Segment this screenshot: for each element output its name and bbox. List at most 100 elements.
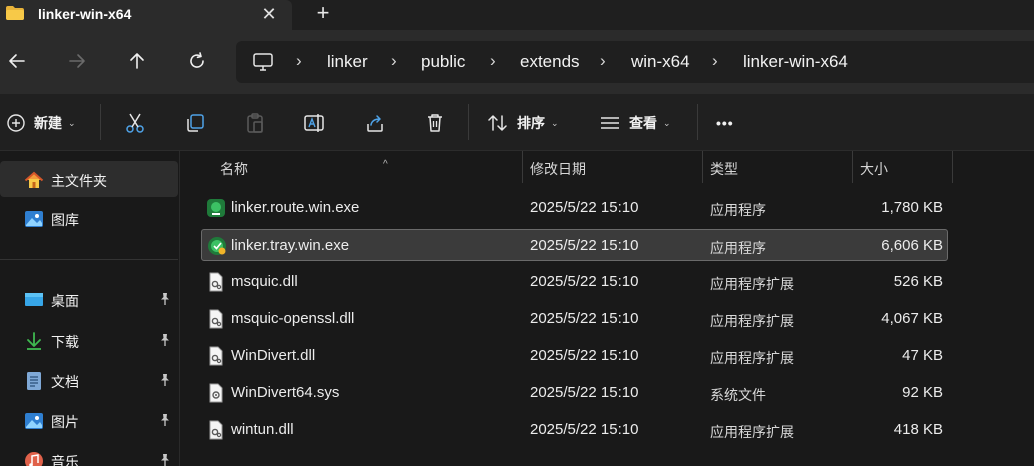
file-size: 1,780 KB bbox=[881, 199, 943, 216]
table-row[interactable]: linker.route.win.exe 2025/5/22 15:10 应用程… bbox=[201, 192, 948, 224]
view-button-label: 查看 bbox=[629, 115, 657, 131]
sidebar-item-desktop[interactable]: 桌面 bbox=[0, 281, 178, 317]
file-name: WinDivert64.sys bbox=[231, 384, 340, 401]
file-modified: 2025/5/22 15:10 bbox=[530, 273, 639, 290]
sidebar-item-label: 桌面 bbox=[51, 293, 79, 309]
column-header-name[interactable]: 名称 ^ bbox=[201, 151, 523, 183]
pin-icon[interactable] bbox=[158, 413, 172, 427]
tab-title: linker-win-x64 bbox=[38, 6, 132, 22]
file-type: 应用程序 bbox=[710, 240, 766, 256]
up-button[interactable] bbox=[124, 48, 150, 74]
breadcrumb[interactable]: › linker › public › extends › win-x64 › … bbox=[236, 41, 1034, 83]
breadcrumb-chevron-icon[interactable]: › bbox=[600, 51, 606, 71]
new-tab-icon[interactable]: + bbox=[311, 1, 335, 25]
navigation-pane: 主文件夹 图库 桌面 下载 文档 图片 音乐 bbox=[0, 151, 180, 466]
desktop-icon bbox=[25, 293, 43, 306]
chevron-down-icon: ⌄ bbox=[663, 117, 671, 128]
sort-icon bbox=[488, 115, 507, 131]
sidebar-item-music[interactable]: 音乐 bbox=[0, 442, 178, 466]
pin-icon[interactable] bbox=[158, 333, 172, 347]
music-icon bbox=[25, 452, 43, 466]
share-icon bbox=[367, 115, 383, 132]
sidebar-divider bbox=[0, 259, 178, 260]
file-name: msquic-openssl.dll bbox=[231, 310, 355, 327]
command-bar: 新建 ⌄ 排序 ⌄ 查看 ⌄ ••• bbox=[0, 94, 1034, 151]
dll-icon bbox=[209, 420, 223, 440]
share-button[interactable] bbox=[364, 110, 386, 136]
refresh-button[interactable] bbox=[184, 48, 210, 74]
tab-linker-win-x64[interactable]: linker-win-x64 ✕ bbox=[0, 0, 292, 30]
back-button[interactable] bbox=[4, 48, 30, 74]
file-name: linker.tray.win.exe bbox=[231, 237, 350, 254]
gallery-icon bbox=[25, 211, 43, 227]
file-name: linker.route.win.exe bbox=[231, 199, 360, 216]
file-type: 应用程序 bbox=[710, 202, 766, 218]
plus-circle-icon bbox=[7, 114, 25, 132]
breadcrumb-linker-win-x64[interactable]: linker-win-x64 bbox=[743, 52, 848, 72]
file-modified: 2025/5/22 15:10 bbox=[530, 384, 639, 401]
column-divider[interactable] bbox=[952, 151, 953, 183]
table-row[interactable]: msquic-openssl.dll 2025/5/22 15:10 应用程序扩… bbox=[201, 303, 948, 335]
breadcrumb-chevron-icon[interactable]: › bbox=[391, 51, 397, 71]
view-list-icon bbox=[601, 117, 619, 129]
column-header-modified[interactable]: 修改日期 bbox=[523, 151, 703, 183]
sidebar-item-downloads[interactable]: 下载 bbox=[0, 322, 178, 358]
toolbar-divider bbox=[697, 104, 698, 140]
file-type: 应用程序扩展 bbox=[710, 313, 794, 329]
table-row-selected[interactable]: linker.tray.win.exe 2025/5/22 15:10 应用程序… bbox=[201, 229, 948, 261]
new-button[interactable]: 新建 ⌄ bbox=[6, 110, 76, 136]
file-size: 6,606 KB bbox=[881, 237, 943, 254]
arrow-right-icon bbox=[69, 54, 85, 68]
breadcrumb-public[interactable]: public bbox=[421, 52, 465, 72]
arrow-up-icon bbox=[130, 53, 144, 69]
table-row[interactable]: WinDivert64.sys 2025/5/22 15:10 系统文件 92 … bbox=[201, 377, 948, 409]
trash-icon bbox=[428, 114, 442, 132]
column-header-label: 大小 bbox=[860, 161, 888, 177]
sort-button[interactable]: 排序 ⌄ bbox=[487, 110, 559, 136]
dll-icon bbox=[209, 272, 223, 292]
pin-icon[interactable] bbox=[158, 453, 172, 466]
dll-icon bbox=[209, 346, 223, 366]
table-row[interactable]: WinDivert.dll 2025/5/22 15:10 应用程序扩展 47 … bbox=[201, 340, 948, 372]
file-name: WinDivert.dll bbox=[231, 347, 316, 364]
column-header-type[interactable]: 类型 bbox=[703, 151, 853, 183]
file-modified: 2025/5/22 15:10 bbox=[530, 347, 639, 364]
column-header-size[interactable]: 大小 bbox=[853, 151, 953, 183]
pin-icon[interactable] bbox=[158, 373, 172, 387]
file-list: 名称 ^ 修改日期 类型 大小 linker.route.win.exe 202… bbox=[181, 151, 1034, 466]
pin-icon[interactable] bbox=[158, 292, 172, 306]
rename-button[interactable] bbox=[303, 110, 325, 136]
breadcrumb-chevron-icon[interactable]: › bbox=[490, 51, 496, 71]
breadcrumb-win-x64[interactable]: win-x64 bbox=[631, 52, 690, 72]
table-row[interactable]: wintun.dll 2025/5/22 15:10 应用程序扩展 418 KB bbox=[201, 414, 948, 446]
breadcrumb-chevron-icon[interactable]: › bbox=[296, 51, 302, 71]
forward-button[interactable] bbox=[64, 48, 90, 74]
sidebar-item-documents[interactable]: 文档 bbox=[0, 362, 178, 398]
view-button[interactable]: 查看 ⌄ bbox=[599, 110, 671, 136]
table-row[interactable]: msquic.dll 2025/5/22 15:10 应用程序扩展 526 KB bbox=[201, 266, 948, 298]
app-icon bbox=[207, 199, 225, 217]
paste-button[interactable] bbox=[244, 110, 266, 136]
document-icon bbox=[27, 372, 41, 390]
more-icon: ••• bbox=[716, 115, 734, 131]
chevron-down-icon: ⌄ bbox=[551, 117, 559, 128]
this-pc-icon[interactable] bbox=[252, 52, 274, 72]
delete-button[interactable] bbox=[424, 110, 446, 136]
sidebar-item-home[interactable]: 主文件夹 bbox=[0, 161, 178, 197]
file-modified: 2025/5/22 15:10 bbox=[530, 237, 639, 254]
more-options-button[interactable]: ••• bbox=[716, 110, 734, 136]
close-tab-icon[interactable]: ✕ bbox=[258, 3, 280, 25]
sidebar-item-pictures[interactable]: 图片 bbox=[0, 402, 178, 438]
arrow-left-icon bbox=[9, 54, 25, 68]
sidebar-item-label: 主文件夹 bbox=[51, 173, 107, 189]
breadcrumb-extends[interactable]: extends bbox=[520, 52, 580, 72]
sidebar-item-label: 图库 bbox=[51, 212, 79, 228]
copy-button[interactable] bbox=[184, 110, 206, 136]
cut-button[interactable] bbox=[124, 110, 146, 136]
sidebar-item-gallery[interactable]: 图库 bbox=[0, 200, 178, 236]
breadcrumb-chevron-icon[interactable]: › bbox=[712, 51, 718, 71]
breadcrumb-linker[interactable]: linker bbox=[327, 52, 368, 72]
dll-icon bbox=[209, 309, 223, 329]
column-header-label: 名称 bbox=[220, 161, 248, 177]
refresh-icon bbox=[190, 52, 204, 68]
